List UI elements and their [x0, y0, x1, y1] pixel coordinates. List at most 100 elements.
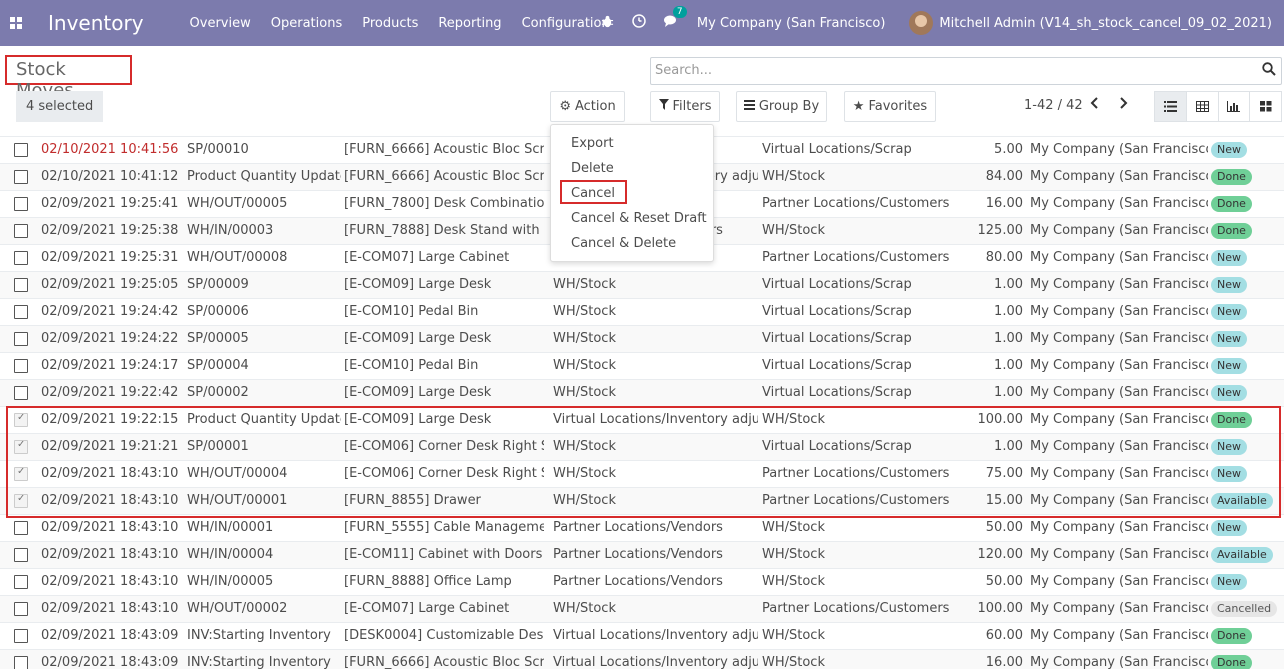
table-row[interactable]: 02/09/2021 19:24:22 SP/00005 [E-COM09] Lar…	[0, 325, 1284, 352]
row-checkbox[interactable]	[14, 305, 28, 319]
messages-chat-icon[interactable]: 7	[663, 5, 687, 32]
move-to-location: Virtual Locations/Scrap	[762, 304, 912, 319]
row-checkbox[interactable]	[14, 467, 28, 481]
move-quantity: 125.00	[977, 223, 1024, 238]
table-row[interactable]: 02/09/2021 18:43:10 WH/IN/00005 [FURN_8888…	[0, 568, 1284, 595]
search-icon[interactable]	[1262, 62, 1276, 76]
user-avatar[interactable]	[909, 11, 934, 35]
status-label: Available	[1211, 493, 1273, 509]
row-checkbox[interactable]	[14, 575, 28, 589]
status-badge: New	[1211, 574, 1247, 590]
table-row[interactable]: 02/09/2021 19:24:17 SP/00004 [E-COM10] Ped…	[0, 352, 1284, 379]
table-row[interactable]: 02/09/2021 19:24:42 SP/00006 [E-COM10] Ped…	[0, 298, 1284, 325]
pivot-view-icon[interactable]	[1187, 92, 1219, 121]
move-to-location: Virtual Locations/Scrap	[762, 277, 912, 292]
search-input[interactable]: Search...	[650, 57, 1282, 85]
move-date: 02/09/2021 19:25:38	[41, 223, 179, 238]
company-switcher[interactable]: My Company (San Francisco)	[697, 16, 885, 31]
debug-bug-icon[interactable]	[601, 15, 614, 32]
dashboard-view-icon[interactable]	[1250, 92, 1281, 121]
menu-products[interactable]: Products	[362, 16, 418, 31]
move-company: My Company (San Francisco)	[1030, 628, 1208, 643]
move-date: 02/10/2021 10:41:12	[41, 169, 179, 184]
menu-export[interactable]: Export	[571, 136, 614, 151]
table-row[interactable]: 02/09/2021 18:43:10 WH/IN/00001 [FURN_5555…	[0, 514, 1284, 541]
status-label: New	[1211, 520, 1247, 536]
table-row[interactable]: 02/09/2021 19:22:42 SP/00002 [E-COM09] Lar…	[0, 379, 1284, 406]
status-badge: Done	[1211, 196, 1252, 212]
action-button[interactable]: ⚙ Action	[550, 91, 625, 122]
table-row[interactable]: 02/09/2021 19:25:05 SP/00009 [E-COM09] Lar…	[0, 271, 1284, 298]
row-checkbox[interactable]	[14, 494, 28, 508]
move-product: [E-COM09] Large Desk	[344, 385, 492, 400]
table-row[interactable]: 02/09/2021 18:43:10 WH/IN/00004 [E-COM11] …	[0, 541, 1284, 568]
row-checkbox[interactable]	[14, 251, 28, 265]
row-checkbox[interactable]	[14, 548, 28, 562]
row-checkbox[interactable]	[14, 278, 28, 292]
move-company: My Company (San Francisco)	[1030, 169, 1208, 184]
row-checkbox[interactable]	[14, 413, 28, 427]
row-checkbox[interactable]	[14, 170, 28, 184]
graph-view-icon[interactable]	[1219, 92, 1251, 121]
row-checkbox[interactable]	[14, 143, 28, 157]
status-badge: Done	[1211, 223, 1252, 239]
table-row[interactable]: 02/09/2021 18:43:09 INV:Starting Inventor…	[0, 622, 1284, 649]
row-checkbox[interactable]	[14, 440, 28, 454]
menu-cancel[interactable]: Cancel	[571, 186, 615, 201]
menu-configuration[interactable]: Configuration	[522, 16, 610, 31]
favorites-button[interactable]: ★ Favorites	[844, 91, 936, 122]
move-to-location: Partner Locations/Customers	[762, 196, 950, 211]
filters-button[interactable]: Filters	[650, 91, 720, 122]
list-view-icon[interactable]	[1155, 92, 1187, 121]
row-checkbox[interactable]	[14, 521, 28, 535]
move-product: [E-COM11] Cabinet with Doors	[344, 547, 543, 562]
table-row[interactable]: 02/09/2021 19:22:15 Product Quantity Upda…	[0, 406, 1284, 433]
status-label: New	[1211, 277, 1247, 293]
move-product: [E-COM07] Large Cabinet	[344, 601, 510, 616]
table-row[interactable]: 02/09/2021 18:43:10 WH/OUT/00002 [E-COM07]…	[0, 595, 1284, 622]
move-to-location: Partner Locations/Customers	[762, 466, 950, 481]
move-product: [FURN_6666] Acoustic Bloc Scr...	[344, 169, 544, 184]
move-date: 02/09/2021 19:21:21	[41, 439, 179, 454]
group-by-button[interactable]: Group By	[736, 91, 827, 122]
move-quantity: 16.00	[985, 196, 1023, 211]
row-checkbox[interactable]	[14, 629, 28, 643]
status-badge: Done	[1211, 169, 1252, 185]
menu-cancel-reset-draft[interactable]: Cancel & Reset Draft	[571, 211, 707, 226]
move-from-location: Virtual Locations/Inventory adjus...	[553, 412, 758, 427]
menu-cancel-delete[interactable]: Cancel & Delete	[571, 236, 676, 251]
user-menu[interactable]: Mitchell Admin (V14_sh_stock_cancel_09_0…	[939, 16, 1272, 31]
move-reference: WH/IN/00003	[187, 223, 274, 238]
status-label: Done	[1211, 169, 1252, 185]
pager-next-icon[interactable]	[1118, 96, 1128, 114]
app-title[interactable]: Inventory	[48, 11, 144, 35]
table-row[interactable]: 02/09/2021 18:43:09 INV:Starting Inventor…	[0, 649, 1284, 669]
apps-menu-icon[interactable]	[0, 0, 32, 46]
menu-overview[interactable]: Overview	[190, 16, 251, 31]
table-row[interactable]: 02/09/2021 18:43:10 WH/OUT/00001 [FURN_885…	[0, 487, 1284, 514]
row-checkbox[interactable]	[14, 359, 28, 373]
action-dropdown-menu: Export Delete Cancel Cancel & Reset Draf…	[550, 124, 714, 262]
row-checkbox[interactable]	[14, 602, 28, 616]
table-row[interactable]: 02/09/2021 18:43:10 WH/OUT/00004 [E-COM06]…	[0, 460, 1284, 487]
menu-delete[interactable]: Delete	[571, 161, 614, 176]
move-product: [E-COM10] Pedal Bin	[344, 304, 479, 319]
menu-operations[interactable]: Operations	[271, 16, 342, 31]
move-quantity: 16.00	[985, 655, 1023, 669]
status-badge: Done	[1211, 655, 1252, 669]
row-checkbox[interactable]	[14, 197, 28, 211]
move-date: 02/09/2021 19:22:42	[41, 385, 179, 400]
row-checkbox[interactable]	[14, 224, 28, 238]
menu-reporting[interactable]: Reporting	[438, 16, 501, 31]
row-checkbox[interactable]	[14, 386, 28, 400]
row-checkbox[interactable]	[14, 656, 28, 669]
move-quantity: 50.00	[985, 574, 1023, 589]
move-company: My Company (San Francisco)	[1030, 574, 1208, 589]
move-company: My Company (San Francisco)	[1030, 655, 1208, 669]
activity-clock-icon[interactable]	[632, 14, 646, 32]
pager-previous-icon[interactable]	[1090, 96, 1100, 114]
row-checkbox[interactable]	[14, 332, 28, 346]
pager-value[interactable]: 1-42 / 42	[1024, 98, 1083, 113]
table-row[interactable]: 02/09/2021 19:21:21 SP/00001 [E-COM06] Cor…	[0, 433, 1284, 460]
status-label: New	[1211, 385, 1247, 401]
